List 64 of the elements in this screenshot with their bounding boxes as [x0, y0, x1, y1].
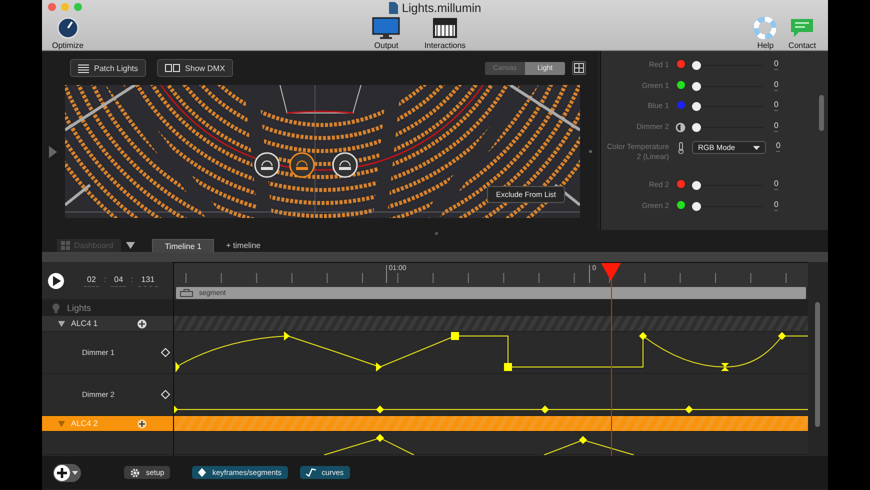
- diamond-icon: [198, 468, 206, 477]
- timeline-tab[interactable]: Timeline 1: [152, 239, 214, 252]
- time-separator: :: [131, 274, 134, 284]
- value-reading: 0: [774, 80, 778, 90]
- lifebuoy-icon: [754, 17, 776, 39]
- timeline-tab[interactable]: + timeline: [214, 239, 273, 252]
- expand-arrow-icon[interactable]: [49, 146, 57, 158]
- curve-icon: [306, 468, 316, 477]
- speech-bubble-icon: [790, 17, 814, 39]
- slider-thumb[interactable]: [692, 102, 701, 111]
- output-toolbar-button[interactable]: Output: [372, 17, 400, 50]
- value-reading: 0: [774, 100, 778, 111]
- contact-toolbar-button[interactable]: Contact: [788, 17, 816, 50]
- value-reading: 0: [776, 141, 780, 152]
- dimmer-icon: [675, 122, 686, 132]
- time-readout: 02: [84, 274, 99, 286]
- keyframe-diamond-icon[interactable]: [161, 348, 170, 357]
- document-icon: [388, 2, 398, 14]
- monitor-icon: [372, 17, 400, 39]
- patch-lights-button[interactable]: Patch Lights: [70, 59, 146, 77]
- slider-thumb[interactable]: [692, 61, 701, 70]
- caret-icon: [72, 470, 78, 474]
- caret-icon: [753, 146, 760, 150]
- gear-icon: [130, 468, 140, 478]
- group-label: Lights: [67, 303, 92, 313]
- dropdown-caret-icon[interactable]: [126, 242, 136, 249]
- disclosure-triangle-icon[interactable]: [58, 320, 65, 326]
- time-readout: 04: [111, 274, 126, 286]
- bulb-icon: [52, 302, 60, 314]
- value-reading: 0: [774, 179, 778, 190]
- add-channel-icon[interactable]: [137, 418, 147, 428]
- optimize-toolbar-button[interactable]: Optimize: [52, 17, 84, 50]
- device-label: ALC4 2: [71, 419, 98, 428]
- layout-grid-button[interactable]: [572, 61, 586, 75]
- window-title: Lights.millumin: [402, 0, 482, 14]
- piano-keys-icon: [432, 17, 458, 39]
- gauge-icon: [56, 17, 79, 39]
- keyframe-diamond-icon[interactable]: [161, 390, 170, 399]
- slider-thumb[interactable]: [692, 202, 701, 210]
- value-reading: 0: [774, 59, 778, 70]
- help-toolbar-button[interactable]: Help: [754, 17, 776, 50]
- time-separator: :: [104, 274, 106, 284]
- plus-icon: [54, 464, 70, 480]
- list-icon: [78, 64, 89, 72]
- scrollbar-thumb[interactable]: [815, 302, 820, 427]
- time-readout: 131: [138, 274, 158, 286]
- grid-icon: [61, 241, 70, 250]
- interactions-toolbar-button[interactable]: Interactions: [424, 17, 466, 50]
- slider-thumb[interactable]: [692, 181, 701, 190]
- slider-thumb[interactable]: [692, 122, 701, 132]
- segment-icon: [180, 289, 193, 297]
- scrollbar-thumb[interactable]: [819, 95, 824, 131]
- device-label: ALC4 1: [71, 319, 98, 328]
- add-channel-icon[interactable]: [137, 318, 147, 328]
- show-dmx-button[interactable]: Show DMX: [157, 59, 234, 77]
- play-button[interactable]: [48, 272, 64, 288]
- thermometer-icon: [678, 142, 684, 154]
- dmx-ports-icon: [165, 64, 180, 72]
- value-reading: 0: [774, 120, 778, 132]
- value-reading: 0: [774, 200, 778, 210]
- play-icon: [53, 276, 61, 286]
- slider-thumb[interactable]: [692, 82, 701, 90]
- device-track-header[interactable]: ALC4 1: [42, 316, 173, 332]
- add-button[interactable]: [53, 464, 81, 482]
